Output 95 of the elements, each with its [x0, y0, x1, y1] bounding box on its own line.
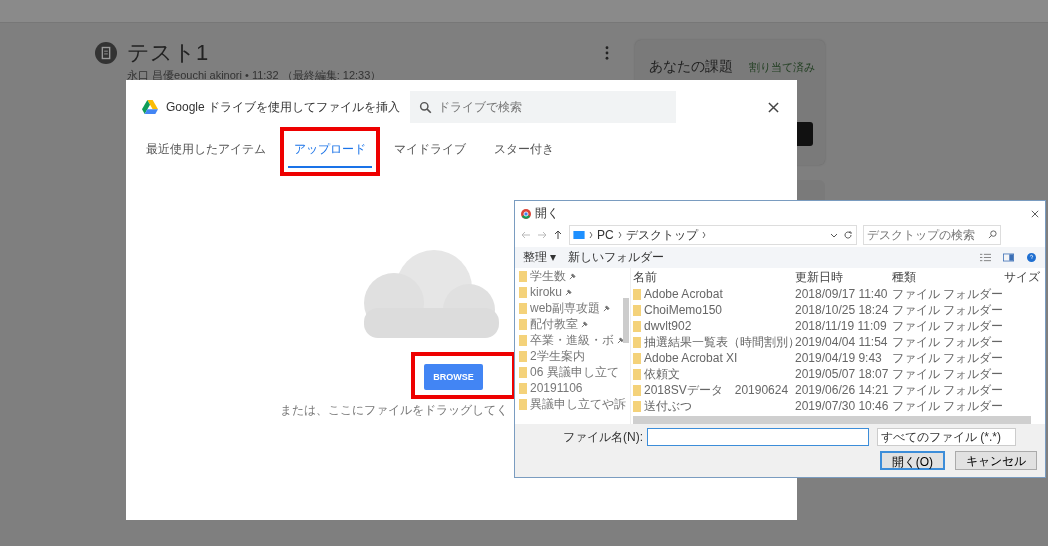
file-type: ファイル フォルダー: [892, 365, 1004, 383]
column-header[interactable]: 更新日時: [795, 268, 892, 286]
folder-icon: [519, 318, 527, 330]
file-type: ファイル フォルダー: [892, 285, 1004, 303]
folder-icon: [519, 350, 527, 362]
folder-icon: [519, 286, 527, 298]
refresh-icon[interactable]: [843, 230, 853, 240]
column-header[interactable]: サイズ: [1004, 268, 1040, 286]
folder-icon: [519, 334, 527, 346]
search-icon: [988, 230, 997, 239]
toolbar-button[interactable]: 新しいフォルダー: [568, 249, 665, 266]
file-name[interactable]: 送付ぶつ: [644, 397, 692, 415]
folder-icon: [519, 302, 527, 314]
file-type: ファイル フォルダー: [892, 333, 1004, 351]
tab[interactable]: マイドライブ: [388, 133, 472, 166]
nav-item[interactable]: 配付教室: [530, 317, 578, 331]
address-bar[interactable]: PC デスクトップ: [569, 225, 857, 245]
view-icon[interactable]: [980, 253, 991, 262]
folder-icon: [519, 270, 527, 282]
column-header[interactable]: 種類: [892, 268, 1004, 286]
file-name[interactable]: 2018SVデータ 20190624: [644, 381, 789, 399]
up-arrow-icon[interactable]: [553, 230, 563, 240]
file-date: 2019/04/04 11:54: [795, 335, 889, 349]
file-name[interactable]: dwvlt902: [644, 319, 692, 333]
folder-icon: [633, 336, 641, 348]
nav-item[interactable]: 異議申し立てや訴: [530, 397, 626, 411]
file-type: ファイル フォルダー: [892, 317, 1004, 335]
folder-icon: [519, 382, 527, 394]
open-button[interactable]: 開く(O): [879, 451, 945, 470]
assignment-icon: [95, 42, 117, 64]
nav-item[interactable]: 学生数: [530, 269, 566, 283]
folder-icon: [633, 304, 641, 316]
file-date: 2019/06/26 14:21: [795, 383, 890, 397]
drive-logo-icon: [142, 100, 158, 114]
file-date: 2018/10/25 18:24: [795, 303, 890, 317]
breadcrumb[interactable]: PC: [597, 228, 614, 242]
tab[interactable]: スター付き: [488, 133, 560, 166]
search-icon: [419, 101, 433, 114]
dialog-title: 開く: [535, 205, 559, 222]
file-date: 2019/07/30 10:46: [795, 399, 890, 413]
nav-item[interactable]: web副専攻題: [530, 301, 600, 315]
field-label: ファイル名(N):: [563, 428, 643, 446]
nav-item[interactable]: kiroku: [530, 285, 562, 299]
scrollbar[interactable]: [633, 416, 1031, 424]
tab[interactable]: アップロード: [288, 133, 372, 168]
file-date: 2019/04/19 9:43: [795, 351, 883, 365]
folder-icon: [633, 400, 641, 412]
file-name[interactable]: Adobe Acrobat: [644, 287, 723, 301]
nav-item[interactable]: 06 異議申し立て: [530, 365, 619, 379]
file-date: 2018/11/19 11:09: [795, 319, 888, 333]
file-type: ファイル フォルダー: [892, 381, 1004, 399]
scrollbar[interactable]: [623, 298, 629, 343]
cancel-button[interactable]: キャンセル: [955, 451, 1037, 470]
chevron-icon: [617, 232, 622, 238]
file-name[interactable]: 依頼文: [644, 365, 680, 383]
tab[interactable]: 最近使用したアイテム: [140, 133, 272, 166]
status-label: 割り当て済み: [749, 59, 815, 75]
filename-field[interactable]: [647, 428, 869, 446]
monitor-icon: [573, 231, 585, 239]
search-field[interactable]: デスクトップの検索: [863, 225, 1001, 245]
close-icon[interactable]: [768, 101, 779, 113]
help-icon[interactable]: [1026, 253, 1037, 262]
column-header[interactable]: 名前: [633, 268, 795, 286]
file-date: 2019/05/07 18:07: [795, 367, 890, 381]
folder-icon: [633, 288, 641, 300]
search-field[interactable]: ドライブで検索: [410, 91, 677, 123]
more-icon[interactable]: [605, 46, 609, 60]
file-name[interactable]: Adobe Acrobat XI: [644, 351, 738, 365]
drop-hint: または、ここにファイルをドラッグしてく: [280, 402, 508, 419]
browser-logo-icon: [521, 208, 531, 219]
nav-item[interactable]: 卒業・進級・ボ: [530, 333, 614, 347]
nav-item[interactable]: 20191106: [530, 381, 583, 395]
file-type: ファイル フォルダー: [892, 301, 1004, 319]
folder-icon: [633, 320, 641, 332]
file-name[interactable]: ChoiMemo150: [644, 303, 723, 317]
browse-button[interactable]: BROWSE: [424, 364, 483, 390]
folder-icon: [519, 398, 527, 410]
file-type: ファイル フォルダー: [892, 397, 1004, 415]
filetype-dropdown[interactable]: すべてのファイル (*.*): [877, 428, 1016, 446]
card-title: あなたの課題: [649, 58, 733, 76]
folder-icon: [633, 352, 641, 364]
toolbar-button[interactable]: 整理 ▾: [523, 249, 557, 266]
close-icon[interactable]: [1031, 209, 1039, 218]
page-title: テスト1: [127, 39, 210, 67]
dialog-title: Google ドライブを使用してファイルを挿入: [166, 98, 401, 116]
preview-pane-icon[interactable]: [1003, 253, 1014, 262]
file-type: ファイル フォルダー: [892, 349, 1004, 367]
folder-icon: [633, 368, 641, 380]
folder-icon: [633, 384, 641, 396]
file-date: 2018/09/17 11:40: [795, 287, 889, 301]
nav-item[interactable]: 2学生案内: [530, 349, 585, 363]
folder-icon: [519, 366, 527, 378]
breadcrumb[interactable]: デスクトップ: [625, 226, 698, 244]
chevron-icon: [701, 232, 706, 238]
chevron-icon: [589, 232, 593, 238]
